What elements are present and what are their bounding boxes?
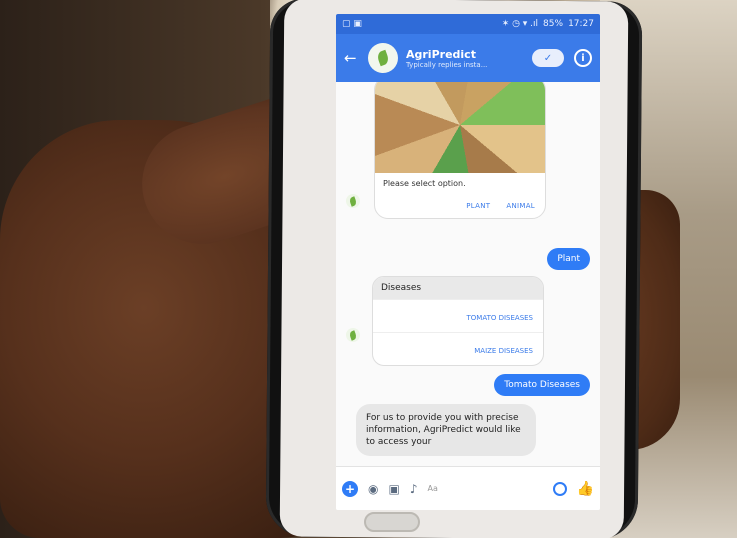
tomato-diseases-button[interactable]: TOMATO DISEASES [373,299,543,332]
leaf-icon [348,329,358,341]
signal-icons: ✶ ◷ ▾ .ıl [501,19,539,29]
leaf-icon [375,49,391,67]
card-prompt: Please select option. [383,179,466,188]
bot-avatar-small [346,194,360,208]
diseases-card: Diseases TOMATO DISEASES MAIZE DISEASES [372,276,544,366]
bot-avatar[interactable] [368,43,398,73]
chat-subtitle: Typically replies insta... [406,60,488,69]
incoming-message: For us to provide you with precise infor… [356,404,536,456]
chat-title: AgriPredict [406,47,476,61]
gallery-icon[interactable]: ▣ [388,482,399,496]
message-input[interactable]: Aa [428,484,543,493]
emoji-icon[interactable] [552,481,567,496]
back-arrow-icon[interactable]: ← [344,49,364,67]
photo-background: ▢ ▣ ✶ ◷ ▾ .ıl 85% 17:27 ← AgriPredict Ty… [0,0,737,538]
outgoing-message: Plant [547,248,590,270]
like-icon[interactable]: 👍 [577,481,594,497]
options-card: Please select option. PLANT ANIMAL [374,82,546,219]
chat-header: ← AgriPredict Typically replies insta...… [336,34,600,82]
message-list[interactable]: Please select option. PLANT ANIMAL Plant… [336,82,600,466]
leaf-icon [348,195,358,207]
clock: 17:27 [568,19,594,29]
option-animal-button[interactable]: ANIMAL [506,202,535,210]
microphone-icon[interactable]: ♪ [410,482,418,496]
battery-level: 85% [543,19,564,29]
option-plant-button[interactable]: PLANT [466,202,490,210]
info-icon[interactable]: i [574,49,592,67]
status-bar: ▢ ▣ ✶ ◷ ▾ .ıl 85% 17:27 [336,14,600,34]
outgoing-message: Tomato Diseases [494,374,590,396]
maize-diseases-button[interactable]: MAIZE DISEASES [373,332,543,365]
phone-screen: ▢ ▣ ✶ ◷ ▾ .ıl 85% 17:27 ← AgriPredict Ty… [336,14,600,510]
home-button[interactable] [364,512,420,532]
plus-icon[interactable]: + [342,480,358,497]
grains-image [375,82,545,173]
status-left-icons: ▢ ▣ [342,19,362,29]
composer-bar: + ◉ ▣ ♪ Aa 👍 [336,466,600,510]
check-toggle-button[interactable]: ✓ [532,49,564,67]
camera-icon[interactable]: ◉ [368,482,378,496]
bot-avatar-small [346,328,360,342]
card-title: Diseases [373,277,543,299]
